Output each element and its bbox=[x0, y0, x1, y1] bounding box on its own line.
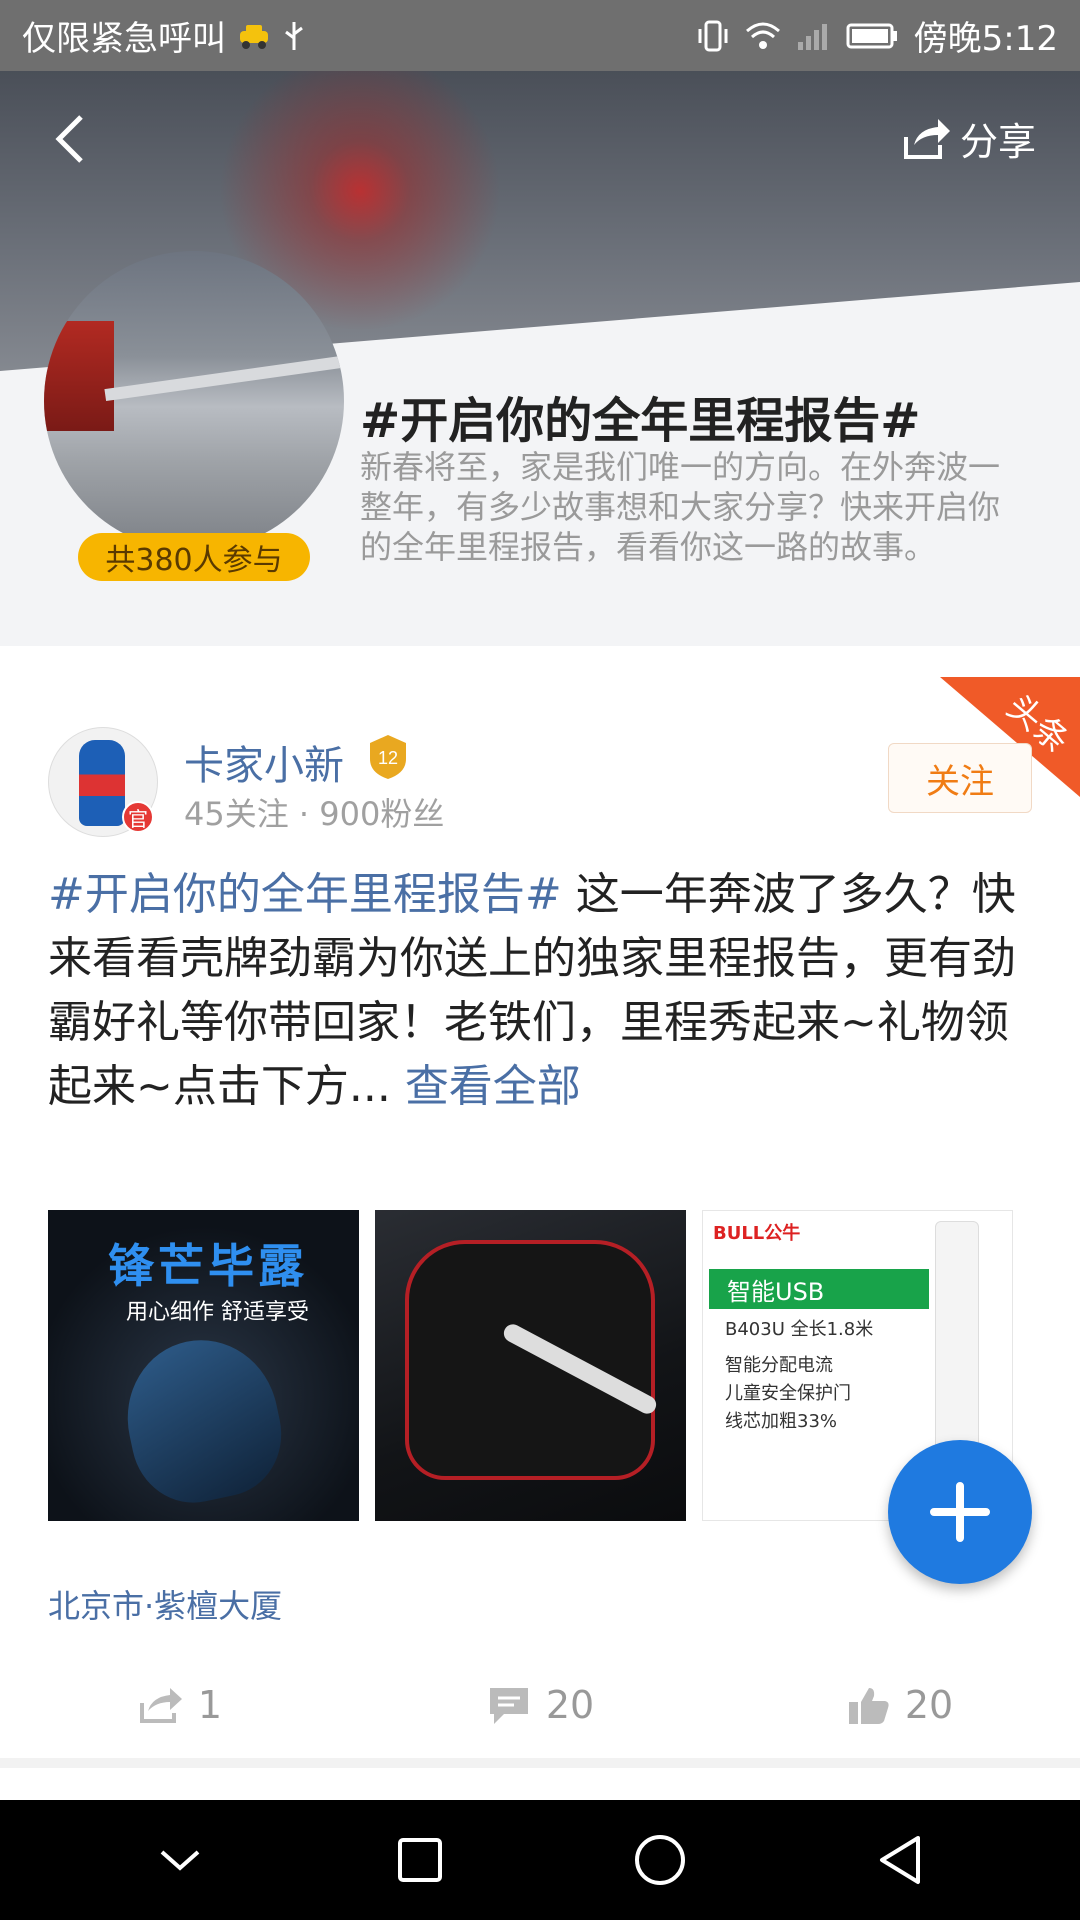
wifi-icon bbox=[744, 20, 782, 52]
image-grid: 锋芒毕露 用心细作 舒适享受 BULL公牛 智能USB B403U 全长1.8米… bbox=[48, 1210, 1013, 1521]
recents-button[interactable] bbox=[375, 1815, 465, 1905]
official-badge: 官 bbox=[122, 801, 154, 833]
image-subtitle: 用心细作 舒适享受 bbox=[126, 1300, 309, 1325]
product-model: B403U 全长1.8米 bbox=[725, 1319, 874, 1340]
usb-icon bbox=[282, 20, 306, 52]
topic-title: #开启你的全年里程报告# bbox=[360, 393, 921, 449]
system-nav-bar bbox=[0, 1800, 1080, 1920]
repost-button[interactable]: 1 bbox=[0, 1660, 360, 1750]
feature-item: 线芯加粗33% bbox=[725, 1411, 838, 1432]
share-icon bbox=[903, 118, 950, 159]
road-shape bbox=[104, 352, 344, 402]
divider bbox=[0, 1758, 1080, 1768]
feature-item: 智能分配电流 bbox=[725, 1355, 833, 1376]
feature-item: 儿童安全保护门 bbox=[725, 1383, 851, 1404]
topic-cover-image bbox=[44, 251, 344, 551]
topic-header: 分享 共380人参与 #开启你的全年里程报告# 新春将至，家是我们唯一的方向。在… bbox=[0, 71, 1080, 646]
post-text: #开启你的全年里程报告# 这一年奔波了多久？快来看看壳牌劲霸为你送上的独家里程报… bbox=[48, 863, 1038, 1119]
comment-icon bbox=[489, 1688, 528, 1724]
shaver-image[interactable]: 锋芒毕露 用心细作 舒适享受 bbox=[48, 1210, 359, 1521]
svg-text:12: 12 bbox=[378, 748, 398, 768]
user-name[interactable]: 卡家小新 bbox=[184, 733, 344, 791]
carrier-text: 仅限紧急呼叫 bbox=[22, 19, 226, 59]
home-button[interactable] bbox=[615, 1815, 705, 1905]
repost-icon bbox=[139, 1688, 182, 1723]
chevron-left-icon bbox=[55, 115, 83, 163]
back-nav-button[interactable] bbox=[855, 1815, 945, 1905]
plus-icon bbox=[930, 1482, 990, 1542]
image-title: 锋芒毕露 bbox=[108, 1239, 308, 1293]
back-button[interactable] bbox=[40, 107, 100, 171]
follow-button[interactable]: 关注 bbox=[888, 743, 1032, 813]
truck-shape bbox=[44, 321, 114, 431]
brand-logo: BULL公牛 bbox=[713, 1223, 801, 1244]
hashtag-link[interactable]: #开启你的全年里程报告# bbox=[48, 869, 562, 920]
product-banner: 智能USB bbox=[709, 1269, 929, 1309]
level-badge-icon: 12 bbox=[366, 733, 410, 781]
location-link[interactable]: 北京市·紫檀大厦 bbox=[48, 1581, 282, 1627]
circle-icon bbox=[635, 1835, 685, 1885]
like-button[interactable]: 20 bbox=[720, 1660, 1080, 1750]
thumbs-up-icon bbox=[848, 1688, 889, 1724]
comment-count: 20 bbox=[545, 1683, 595, 1727]
battery-icon bbox=[846, 21, 900, 51]
user-stats: 45关注 · 900粉丝 bbox=[184, 795, 445, 833]
pillow-shape bbox=[405, 1240, 655, 1480]
participants-badge: 共380人参与 bbox=[78, 533, 310, 581]
triangle-back-icon bbox=[880, 1836, 920, 1884]
topic-description: 新春将至，家是我们唯一的方向。在外奔波一整年，有多少故事想和大家分享？快来开启你… bbox=[360, 448, 1001, 566]
repost-count: 1 bbox=[197, 1683, 223, 1727]
vibrate-icon bbox=[696, 19, 730, 53]
action-bar: 1 20 20 bbox=[0, 1660, 1080, 1750]
share-label: 分享 bbox=[959, 120, 1036, 164]
clock: 傍晚5:12 bbox=[913, 19, 1058, 59]
share-button[interactable]: 分享 bbox=[900, 111, 1036, 166]
taxi-icon bbox=[236, 21, 272, 51]
hide-nav-button[interactable] bbox=[135, 1815, 225, 1905]
status-bar: 仅限紧急呼叫 傍晚5:12 bbox=[0, 0, 1080, 71]
chevron-down-icon bbox=[160, 1850, 200, 1871]
see-all-link[interactable]: 查看全部 bbox=[405, 1061, 581, 1112]
lumbar-pillow-image[interactable] bbox=[375, 1210, 686, 1521]
like-count: 20 bbox=[904, 1683, 954, 1727]
comment-button[interactable]: 20 bbox=[360, 1660, 720, 1750]
cartoon-figure bbox=[79, 740, 125, 826]
signal-icon bbox=[796, 20, 832, 52]
shaver-shape bbox=[113, 1326, 293, 1514]
compose-button[interactable] bbox=[888, 1440, 1032, 1584]
square-icon bbox=[398, 1838, 442, 1882]
post-card[interactable]: 头条 官 卡家小新 12 45关注 · 900粉丝 关注 #开启你的全年里程报告… bbox=[0, 677, 1080, 1758]
